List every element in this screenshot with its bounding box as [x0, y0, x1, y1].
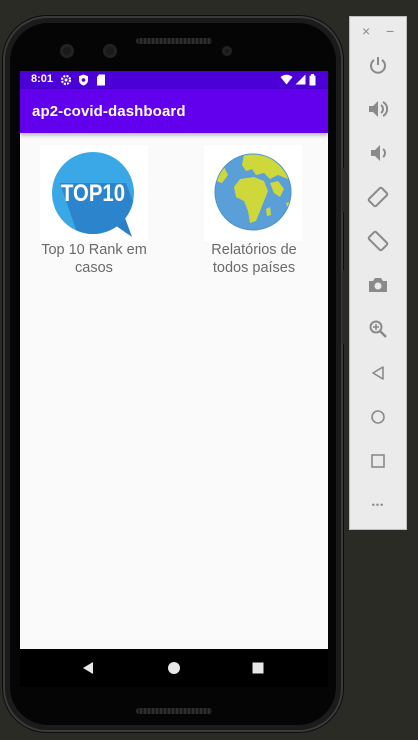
camera-icon — [369, 278, 387, 292]
status-time: 8:01 — [31, 73, 54, 85]
zoom-icon — [369, 320, 387, 338]
top10-rank-tile[interactable]: TOP10 Top 10 Rank em casos — [34, 143, 154, 283]
rotate-left-icon — [367, 186, 389, 208]
battery-icon — [309, 74, 316, 86]
home-icon[interactable] — [167, 661, 181, 675]
earpiece-speaker — [136, 38, 212, 44]
globe-icon — [214, 153, 292, 231]
wifi-icon — [280, 74, 293, 85]
sd-card-icon — [97, 74, 105, 86]
side-button-power[interactable] — [342, 168, 346, 212]
rotate-right-button[interactable] — [365, 228, 391, 254]
top10-badge-text: TOP10 — [61, 180, 125, 207]
recents-icon[interactable] — [252, 662, 264, 674]
panel-back-button[interactable] — [365, 360, 391, 386]
top10-badge-icon: TOP10 — [52, 152, 134, 237]
more-icon: ••• — [371, 500, 385, 510]
proximity-sensor-icon — [222, 46, 232, 56]
signal-icon — [295, 74, 306, 85]
shield-icon — [79, 74, 88, 86]
close-icon[interactable]: × — [362, 23, 370, 39]
device-screen: 8:01 ap2-covid-dashboard TOP10 Top 10 Ra… — [20, 71, 328, 649]
overview-icon — [371, 454, 385, 468]
zoom-button[interactable] — [365, 316, 391, 342]
volume-up-icon — [369, 101, 389, 117]
side-button-volume[interactable] — [342, 270, 346, 344]
power-icon — [370, 57, 386, 74]
home-icon — [371, 410, 385, 424]
navigation-bar — [20, 649, 328, 687]
settings-icon — [60, 74, 72, 86]
volume-down-icon — [371, 145, 386, 161]
front-camera-icon — [60, 44, 74, 58]
rotate-left-button[interactable] — [365, 184, 391, 210]
all-countries-report-tile[interactable]: Relatórios de todos países — [194, 143, 314, 283]
app-title: ap2-covid-dashboard — [32, 103, 186, 120]
top10-image[interactable]: TOP10 — [40, 145, 148, 241]
volume-up-button[interactable] — [365, 96, 391, 122]
volume-down-button[interactable] — [365, 140, 391, 166]
screenshot-button[interactable] — [365, 272, 391, 298]
bottom-speaker — [136, 708, 212, 714]
panel-home-button[interactable] — [365, 404, 391, 430]
app-bar: ap2-covid-dashboard — [20, 89, 328, 133]
all-countries-report-label: Relatórios de todos países — [211, 242, 297, 276]
top10-rank-label: Top 10 Rank em casos — [41, 242, 147, 276]
minimize-icon[interactable]: − — [386, 23, 394, 39]
more-button[interactable]: ••• — [365, 492, 391, 518]
back-icon — [372, 366, 384, 380]
power-button[interactable] — [365, 52, 391, 78]
globe-image[interactable] — [204, 145, 302, 241]
panel-overview-button[interactable] — [365, 448, 391, 474]
emulator-control-panel: × − ••• — [349, 16, 407, 530]
rotate-right-icon — [367, 230, 389, 252]
sensor-icon — [103, 44, 117, 58]
status-bar: 8:01 — [20, 71, 328, 89]
back-icon[interactable] — [82, 661, 94, 675]
